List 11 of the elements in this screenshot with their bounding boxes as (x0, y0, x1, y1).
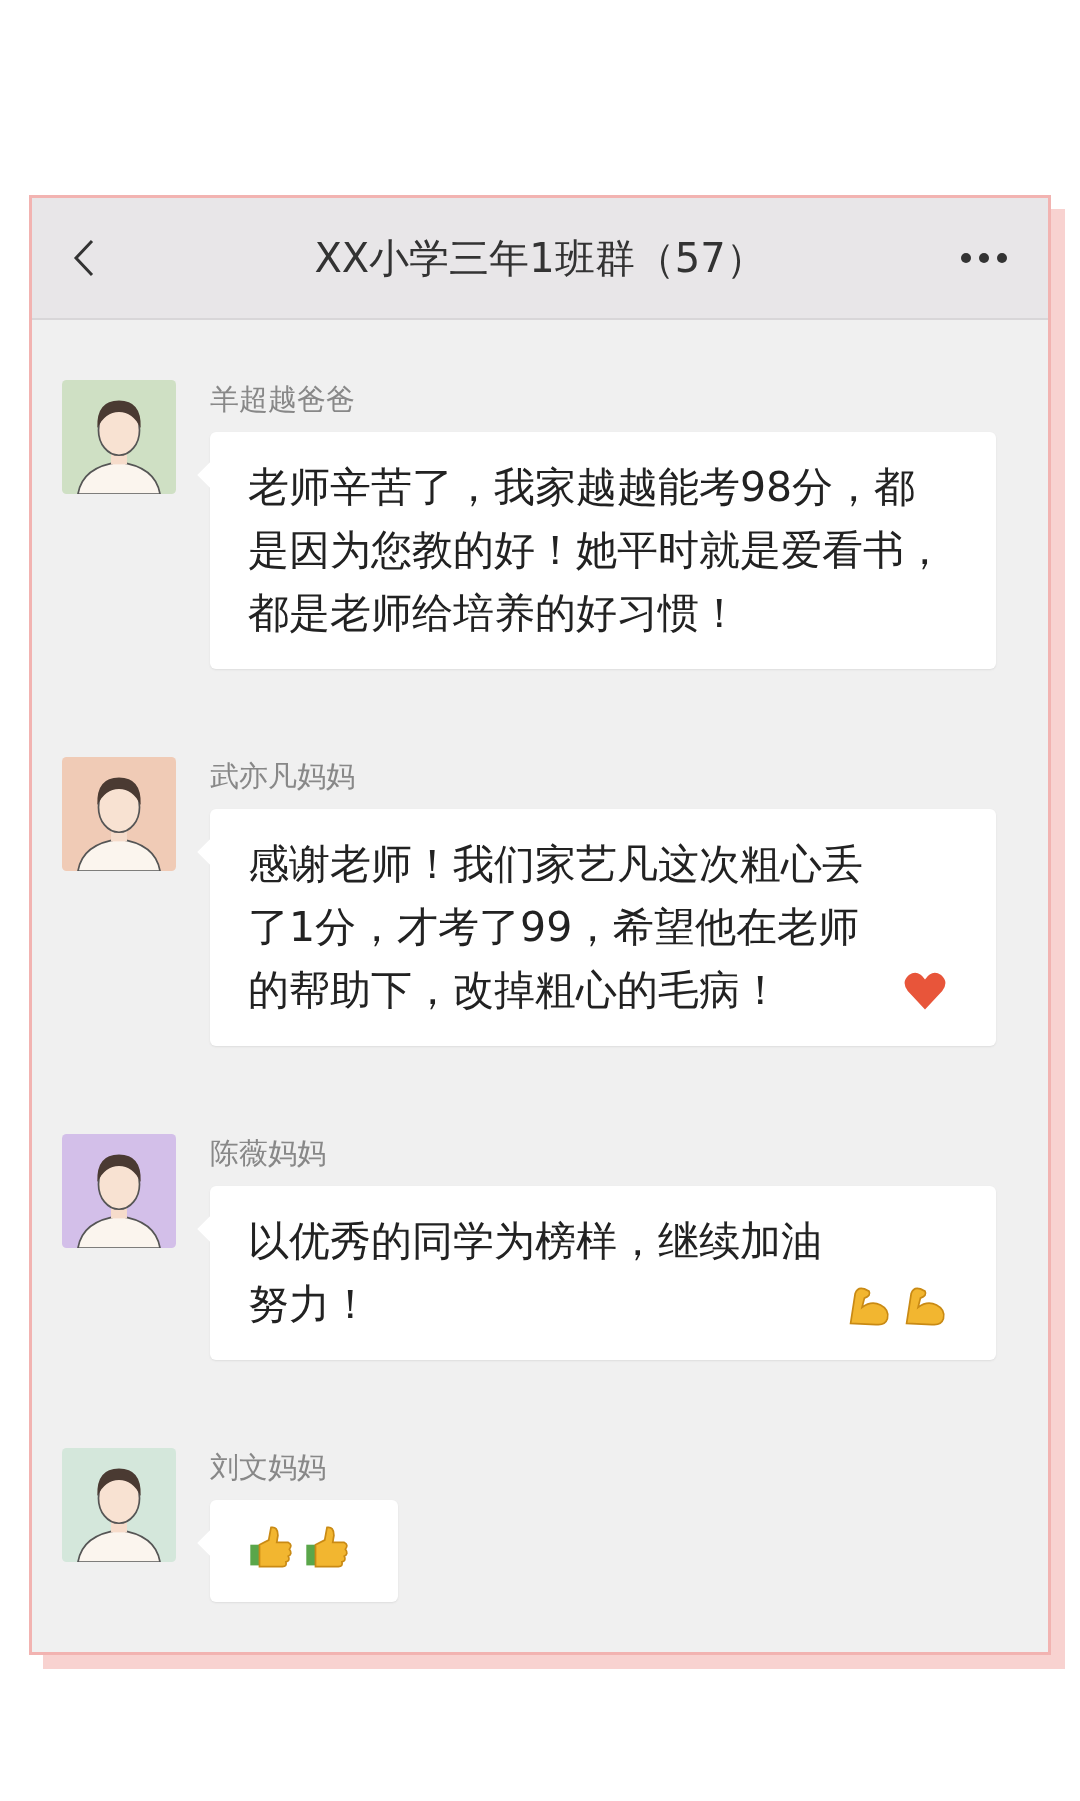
sender-name: 武亦凡妈妈 (210, 758, 355, 795)
sender-name: 羊超越爸爸 (210, 381, 355, 418)
message-text: 老师辛苦了，我家越越能考98分，都是因为您教的好！她平时就是爱看书，都是老师给培养的好习惯！ (248, 462, 946, 639)
chat-title: XX小学三年1班群（57） (313, 233, 767, 283)
message-text: 以优秀的同学为榜样，继续加油努力！ (248, 1216, 823, 1330)
thumbs-up-icon (304, 1524, 350, 1570)
more-icon[interactable] (960, 252, 1008, 264)
message-text: 感谢老师！我们家艺凡这次粗心丢了1分，才考了99，希望他在老师的帮助下，改掉粗心的毛病！ (248, 839, 864, 1016)
thumbs-up-icon (248, 1524, 294, 1570)
sender-name: 刘文妈妈 (210, 1449, 326, 1486)
sender-name: 陈薇妈妈 (210, 1135, 326, 1172)
